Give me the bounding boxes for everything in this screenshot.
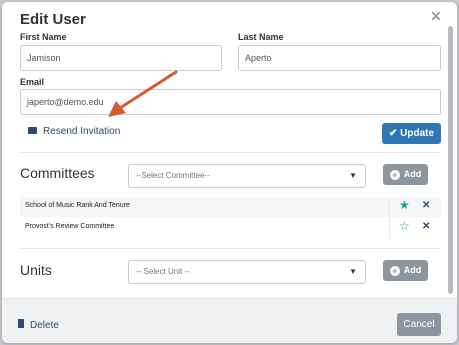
annotation-arrow <box>108 70 178 117</box>
